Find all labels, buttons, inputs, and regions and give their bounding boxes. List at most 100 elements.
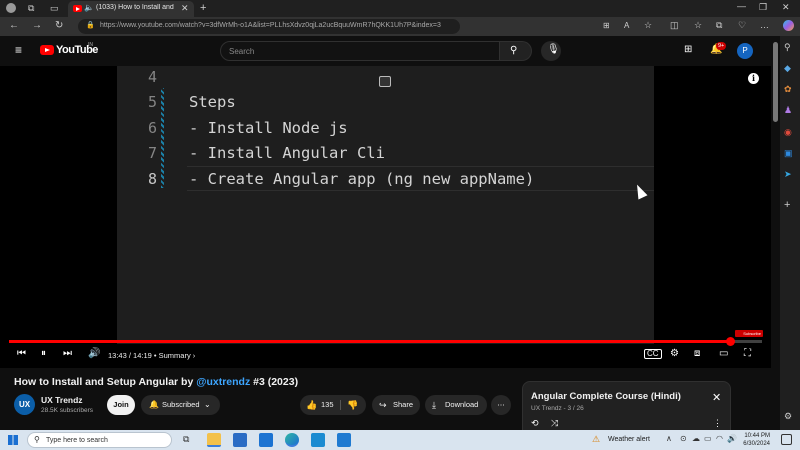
previous-icon[interactable]: ⏮: [17, 349, 26, 359]
fullscreen-icon[interactable]: ⛶: [744, 349, 751, 359]
line-number: 6: [147, 119, 157, 137]
volume-icon[interactable]: 🔊: [727, 435, 737, 443]
store-icon[interactable]: [233, 433, 247, 447]
onedrive-icon[interactable]: ☁: [692, 435, 700, 443]
playlist-title[interactable]: Angular Complete Course (Hindi): [531, 391, 681, 402]
page-scrollbar[interactable]: [771, 36, 780, 430]
chapter-label[interactable]: Summary: [159, 351, 191, 360]
close-window-icon[interactable]: ✕: [782, 3, 790, 12]
voice-search-button[interactable]: 🎙: [541, 41, 561, 61]
app-icon[interactable]: [311, 433, 325, 447]
sidebar-games-icon[interactable]: ♟: [784, 106, 792, 115]
clock-time: 10:44 PM: [744, 433, 770, 439]
miniplayer-icon[interactable]: ⧈: [694, 349, 700, 359]
wifi-icon[interactable]: ◠: [716, 435, 723, 443]
theater-mode-icon[interactable]: ▭: [719, 349, 728, 359]
battery-icon[interactable]: ▭: [704, 435, 712, 443]
edge-icon[interactable]: [285, 433, 299, 447]
taskbar-search-input[interactable]: ⚲ Type here to search: [27, 432, 172, 448]
restore-icon[interactable]: ❐: [759, 3, 767, 12]
close-icon[interactable]: ✕: [712, 393, 721, 404]
chevron-right-icon[interactable]: ›: [193, 351, 196, 360]
copilot-icon[interactable]: [783, 20, 794, 31]
weather-alert-icon[interactable]: ⚠: [592, 435, 600, 444]
new-tab-icon[interactable]: +: [200, 3, 206, 14]
refresh-icon[interactable]: ↻: [55, 21, 63, 31]
mail-icon[interactable]: [259, 433, 273, 447]
more-actions-button[interactable]: ⋯: [491, 395, 511, 415]
hamburger-menu-icon[interactable]: ≡: [15, 44, 22, 56]
youtube-logo-icon[interactable]: [40, 45, 54, 55]
scrollbar-thumb[interactable]: [773, 42, 778, 122]
back-icon[interactable]: ←: [9, 21, 19, 31]
extensions-icon[interactable]: ♡: [738, 21, 746, 30]
line-number: 4: [147, 68, 157, 86]
share-button[interactable]: ↪ Share: [372, 395, 420, 415]
subtitles-icon[interactable]: CC: [644, 349, 662, 359]
scrubber-handle[interactable]: [726, 337, 736, 346]
kebab-menu-icon[interactable]: ⋮: [713, 419, 722, 428]
picture-toggle-icon[interactable]: [379, 76, 391, 87]
windows-start-icon[interactable]: [8, 435, 18, 445]
subscribed-button[interactable]: 🔔 Subscribed ⌄: [141, 395, 220, 415]
search-icon: ⚲: [34, 435, 40, 444]
playlist-panel: Angular Complete Course (Hindi) UX Trend…: [522, 381, 731, 431]
notification-center-icon[interactable]: [781, 434, 792, 445]
channel-name[interactable]: UX Trendz: [41, 395, 83, 405]
forward-icon[interactable]: →: [32, 21, 42, 31]
file-explorer-icon[interactable]: [207, 433, 221, 447]
sidebar-office-icon[interactable]: ◉: [784, 128, 792, 137]
title-channel-tag[interactable]: @uxtrendz: [196, 376, 250, 388]
download-button[interactable]: ⤓ Download: [425, 395, 487, 415]
sidebar-tools-icon[interactable]: ✿: [784, 85, 792, 94]
loop-icon[interactable]: ⟲: [531, 419, 539, 428]
tray-chevron-icon[interactable]: ∧: [666, 435, 672, 443]
sidebar-search-icon[interactable]: ⚲: [784, 43, 791, 52]
lock-icon[interactable]: 🔒: [86, 22, 95, 29]
read-aloud-icon[interactable]: A: [624, 22, 629, 30]
code-editor-frame: 4 5 Steps 6 - Install Node js 7 - Instal…: [117, 66, 654, 344]
create-video-icon[interactable]: ⊞: [684, 45, 692, 55]
vscode-icon[interactable]: [337, 433, 351, 447]
dislike-button[interactable]: 👎: [347, 395, 358, 415]
next-icon[interactable]: ⏭: [63, 349, 72, 359]
favorite-star-icon[interactable]: ☆: [644, 21, 652, 30]
weather-label[interactable]: Weather alert: [608, 436, 650, 443]
join-button[interactable]: Join: [107, 395, 135, 415]
profile-icon[interactable]: [6, 3, 16, 13]
close-tab-icon[interactable]: ✕: [181, 4, 189, 13]
info-icon[interactable]: i: [748, 73, 759, 84]
settings-gear-icon[interactable]: ⚙: [670, 349, 679, 359]
app-available-icon[interactable]: ⊞: [603, 22, 610, 30]
search-icon: ⚲: [510, 45, 518, 56]
taskbar-clock[interactable]: 10:44 PM 6/30/2024: [740, 432, 770, 448]
video-player[interactable]: 4 5 Steps 6 - Install Node js 7 - Instal…: [0, 66, 771, 368]
sidebar-outlook-icon[interactable]: ▣: [784, 149, 793, 158]
address-bar[interactable]: 🔒 https://www.youtube.com/watch?v=3dfWrM…: [78, 19, 460, 34]
shuffle-icon[interactable]: ⤨: [551, 419, 558, 428]
collections-icon[interactable]: ⧉: [716, 21, 722, 30]
sidebar-add-icon[interactable]: +: [784, 200, 790, 211]
avatar[interactable]: P: [737, 43, 753, 59]
channel-avatar[interactable]: UX: [14, 394, 35, 415]
pause-icon[interactable]: ⏸: [41, 349, 46, 359]
sidebar-settings-icon[interactable]: ⚙: [784, 412, 792, 421]
minimize-icon[interactable]: —: [737, 2, 746, 11]
workspaces-icon[interactable]: ⧉: [28, 4, 34, 13]
volume-icon[interactable]: 🔊: [88, 349, 100, 359]
tab-actions-icon[interactable]: ▭: [50, 4, 59, 13]
progress-bar[interactable]: [9, 337, 762, 346]
sidebar-telegram-icon[interactable]: ➤: [784, 170, 792, 179]
speaker-icon[interactable]: 🔈: [84, 4, 94, 12]
search-input[interactable]: Search: [220, 41, 500, 61]
more-menu-icon[interactable]: …: [760, 21, 769, 30]
favorites-icon[interactable]: ☆: [694, 21, 702, 30]
like-button[interactable]: 👍: [306, 395, 317, 415]
tray-app-icon[interactable]: ⊙: [680, 435, 687, 443]
subscribe-watermark[interactable]: Subscribe: [735, 330, 763, 337]
sidebar-tag-icon[interactable]: ◆: [784, 64, 791, 73]
tab-video[interactable]: 🔈 (1033) How to Install and Se ✕: [68, 1, 194, 17]
split-screen-icon[interactable]: ◫: [670, 21, 679, 30]
search-button[interactable]: ⚲: [500, 41, 532, 61]
task-view-icon[interactable]: ⧉: [183, 435, 189, 444]
